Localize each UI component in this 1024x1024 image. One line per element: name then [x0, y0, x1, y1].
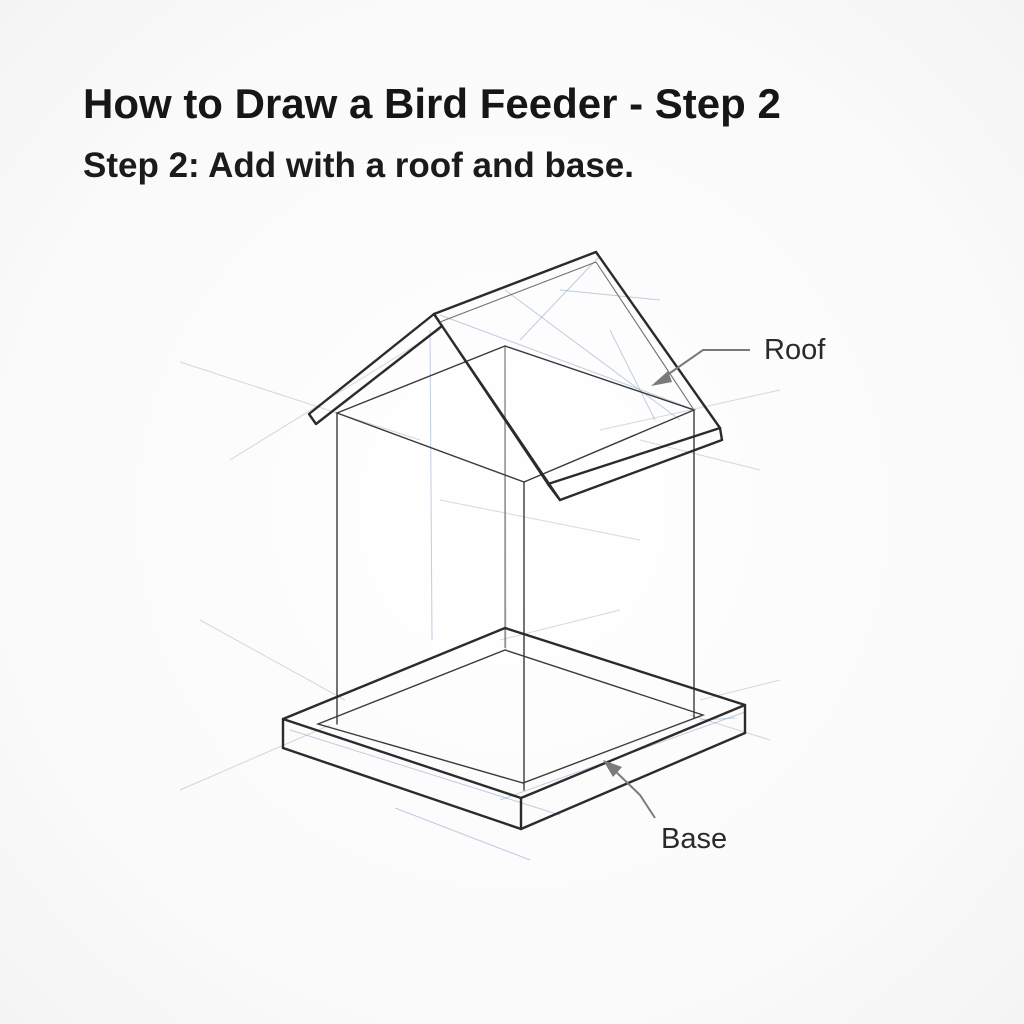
base-inner-rim [315, 649, 706, 784]
roof-callout: Roof [651, 334, 826, 386]
base-tray [281, 626, 747, 831]
guide-line [519, 257, 599, 341]
base-bottom-right [519, 731, 747, 831]
guide-line [599, 389, 781, 431]
construction-guides [179, 257, 781, 861]
base-callout: Base [603, 760, 727, 855]
roof-left-slab [307, 312, 444, 426]
guide-line [699, 679, 781, 701]
guide-line [609, 329, 656, 421]
drawing-page: How to Draw a Bird Feeder - Step 2 Step … [0, 0, 1024, 1024]
roof-eave [546, 426, 724, 502]
guide-line [199, 619, 346, 701]
guide-line [559, 289, 661, 301]
roof-inner-ridge [439, 261, 597, 323]
guide-line [289, 729, 561, 816]
guide-line [699, 717, 736, 721]
guide-line [394, 807, 531, 861]
roof-inner-slope [595, 261, 695, 411]
guide-line [439, 499, 641, 541]
roof-ridge [432, 250, 598, 316]
guide-line [499, 609, 621, 641]
roof-leader-line [659, 349, 750, 381]
roof [307, 250, 724, 502]
guide-line [229, 329, 441, 461]
guide-line [179, 361, 421, 441]
guide-line [639, 439, 761, 471]
bird-feeder-sketch: Roof Base [179, 250, 826, 861]
guide-line [439, 314, 696, 411]
base-bottom-left [281, 746, 523, 831]
feeder-posts [336, 346, 695, 791]
base-label: Base [661, 823, 727, 855]
roof-label: Roof [764, 334, 826, 366]
